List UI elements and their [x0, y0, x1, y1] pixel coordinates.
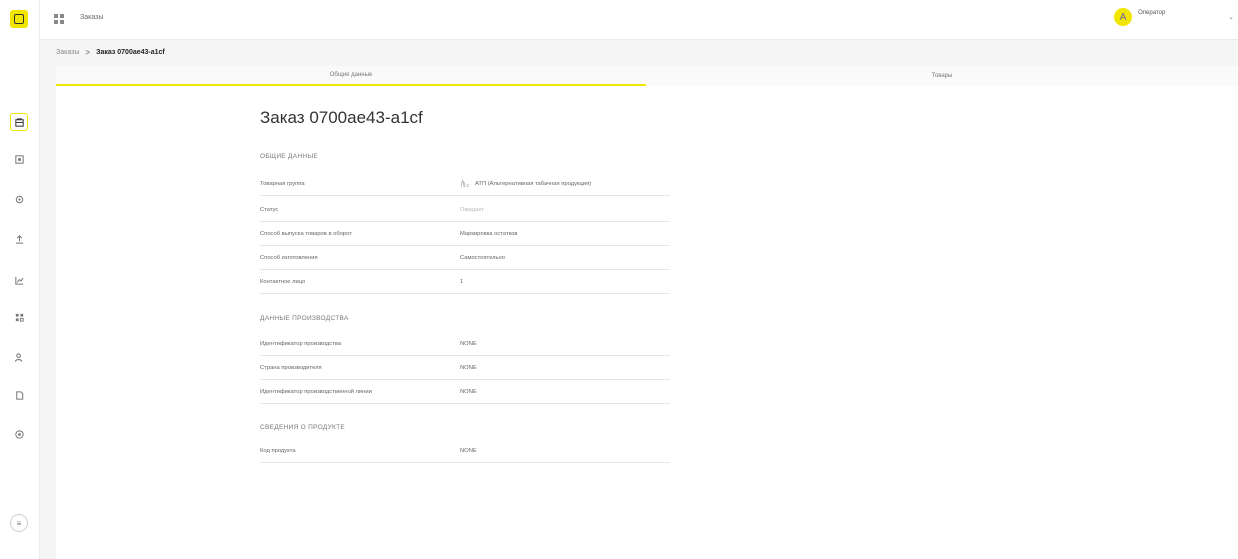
order-title: Заказ 0700ae43-a1cf [260, 108, 423, 127]
row-value: NONE [460, 447, 477, 454]
breadcrumb: Заказы > Заказ 0700ae43-a1cf [56, 46, 165, 58]
tab-goods[interactable]: Товары [646, 66, 1238, 86]
file-icon[interactable] [10, 386, 28, 404]
product-group-icon [460, 179, 470, 188]
tabs: Общие данные Товары [56, 66, 1238, 86]
info-row: Страна производителя NONE [260, 356, 670, 380]
row-label: Страна производителя [260, 364, 322, 371]
section-production-title: ДАННЫЕ ПРОИЗВОДСТВА [260, 315, 349, 322]
tab-general[interactable]: Общие данные [56, 66, 646, 86]
info-row: Контактное лицо 1 [260, 270, 670, 294]
row-value: NONE [460, 388, 477, 395]
row-value: NONE [460, 340, 477, 347]
settings-icon[interactable] [10, 190, 28, 208]
menu-icon[interactable]: ≡ [10, 514, 28, 532]
row-label: Товарная группа [260, 180, 305, 187]
row-label: Статус [260, 206, 279, 213]
info-row: Товарная группа АТП (Альтернативная таба… [260, 172, 670, 196]
row-value: NONE [460, 364, 477, 371]
product-group-value: АТП (Альтернативная табачная продукция) [475, 180, 592, 187]
globe-icon[interactable] [10, 425, 28, 443]
row-label: Идентификатор производственной линии [260, 388, 372, 395]
info-row: Код продукта NONE [260, 439, 670, 463]
status-value: Ожидает [460, 206, 484, 213]
chevron-down-icon[interactable]: ⌄ [1228, 13, 1234, 21]
upload-icon[interactable] [10, 230, 28, 248]
row-value: Маркировка остатков [460, 230, 518, 237]
order-details: Заказ 0700ae43-a1cf ОБЩИЕ ДАННЫЕ Товарна… [56, 86, 1238, 559]
apps-icon[interactable] [54, 14, 64, 24]
avatar[interactable]: A [1114, 8, 1133, 26]
info-row: Способ выпуска товаров в оборот Маркиров… [260, 222, 670, 246]
grid-icon[interactable] [10, 308, 28, 326]
row-label: Способ изготовления [260, 254, 318, 261]
page-title: Заказы [80, 14, 104, 21]
users-icon[interactable] [10, 348, 28, 366]
row-label: Способ выпуска товаров в оборот [260, 230, 352, 237]
logo[interactable] [10, 10, 28, 28]
row-value: Самостоятельно [460, 254, 505, 261]
row-label: Код продукта [260, 447, 296, 454]
breadcrumb-orders-link[interactable]: Заказы [56, 49, 79, 56]
row-label: Контактное лицо [260, 278, 306, 285]
orders-icon[interactable] [10, 113, 28, 131]
row-value: 1 [460, 278, 464, 285]
section-product-title: СВЕДЕНИЯ О ПРОДУКТЕ [260, 424, 346, 431]
document-icon[interactable] [10, 150, 28, 168]
chart-icon[interactable] [10, 271, 28, 289]
info-row: Идентификатор производства NONE [260, 332, 670, 356]
row-value: АТП (Альтернативная табачная продукция) [460, 179, 591, 188]
row-label: Идентификатор производства [260, 340, 342, 347]
info-row: Способ изготовления Самостоятельно [260, 246, 670, 270]
info-row: Идентификатор производственной линии NON… [260, 380, 670, 404]
top-bar: Заказы A Оператор ⌄ [40, 0, 1238, 40]
breadcrumb-current: Заказ 0700ae43-a1cf [96, 48, 165, 56]
breadcrumb-separator-icon: > [85, 47, 91, 57]
user-menu[interactable]: A Оператор ⌄ [1114, 8, 1234, 26]
sidebar: ≡ [0, 0, 40, 559]
user-name: Оператор [1138, 10, 1166, 16]
section-general-title: ОБЩИЕ ДАННЫЕ [260, 153, 319, 160]
info-row: Статус Ожидает [260, 198, 670, 222]
